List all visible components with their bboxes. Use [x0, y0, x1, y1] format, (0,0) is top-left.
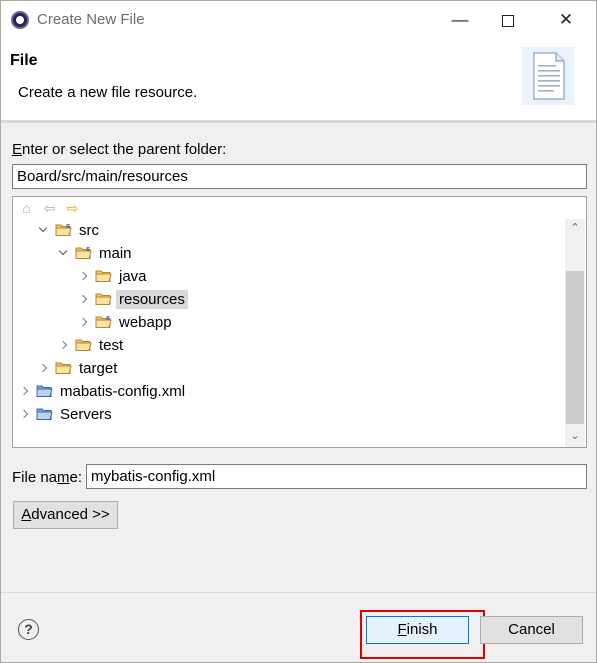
svg-text:s: s	[66, 223, 70, 230]
scroll-down-icon[interactable]: ⌄	[565, 427, 585, 445]
parent-folder-label: Enter or select the parent folder:	[12, 141, 227, 158]
chevron-right-icon[interactable]	[57, 338, 71, 352]
tree-item-label: webapp	[119, 313, 172, 331]
window-title: Create New File	[37, 11, 145, 28]
chevron-down-icon[interactable]	[37, 223, 51, 237]
minimize-button[interactable]: —	[437, 5, 483, 35]
chevron-right-icon[interactable]	[77, 269, 91, 283]
tree-item-servers[interactable]: Servers	[18, 403, 115, 425]
file-name-input[interactable]: mybatis-config.xml	[86, 464, 587, 489]
eclipse-icon	[11, 11, 29, 29]
tree-item-label: mabatis-config.xml	[60, 382, 186, 400]
finish-button[interactable]: Finish	[366, 616, 469, 644]
chevron-right-icon[interactable]	[18, 384, 32, 398]
tree-item-resources[interactable]: resources	[77, 288, 188, 310]
tree-item-test[interactable]: test	[57, 334, 126, 356]
tree-item-label: src	[79, 221, 99, 239]
chevron-right-icon[interactable]	[77, 315, 91, 329]
folder-icon	[95, 293, 112, 305]
banner-title: File	[10, 52, 38, 69]
source-folder-icon: s	[75, 246, 92, 259]
banner-description: Create a new file resource.	[18, 84, 198, 101]
chevron-right-icon[interactable]	[77, 292, 91, 306]
chevron-right-icon[interactable]	[37, 361, 51, 375]
tree-vertical-scrollbar[interactable]: ⌃ ⌄	[565, 219, 585, 447]
source-folder-icon: s	[95, 315, 112, 328]
file-name-label: File name:	[12, 469, 83, 486]
folder-tree[interactable]: ⌂ ⇦ ⇨ s src s main java resources s weba…	[12, 196, 587, 448]
cancel-button[interactable]: Cancel	[480, 616, 583, 644]
forward-icon[interactable]: ⇨	[64, 200, 81, 217]
source-folder-icon: s	[55, 223, 72, 236]
parent-folder-input[interactable]: Board/src/main/resources	[12, 164, 587, 189]
tree-item-label: main	[99, 244, 132, 262]
tree-item-java[interactable]: java	[77, 265, 150, 287]
tree-nav-toolbar: ⌂ ⇦ ⇨	[18, 200, 81, 220]
footer-divider	[1, 592, 596, 593]
close-button[interactable]: ✕	[543, 5, 589, 35]
advanced-button[interactable]: Advanced >>	[13, 501, 118, 529]
tree-item-main[interactable]: s main	[57, 242, 135, 264]
help-icon[interactable]: ?	[18, 619, 39, 640]
svg-text:s: s	[106, 315, 110, 322]
create-new-file-dialog: Create New File — ✕ File Create a new fi…	[0, 0, 597, 663]
new-file-wizard-icon	[522, 47, 574, 105]
maximize-icon	[502, 14, 514, 27]
tree-item-target[interactable]: target	[37, 357, 120, 379]
folder-icon	[95, 270, 112, 282]
wizard-banner: File Create a new file resource.	[1, 39, 596, 121]
scrollbar-thumb[interactable]	[566, 271, 584, 424]
project-folder-icon	[36, 408, 53, 420]
tree-item-label: resources	[116, 289, 188, 309]
tree-item-mabatis-config[interactable]: mabatis-config.xml	[18, 380, 188, 402]
title-bar: Create New File — ✕	[1, 1, 596, 39]
tree-item-label: test	[99, 336, 124, 354]
tree-item-label: Servers	[60, 405, 112, 423]
scroll-up-icon[interactable]: ⌃	[565, 219, 585, 237]
chevron-down-icon[interactable]	[57, 246, 71, 260]
project-folder-icon	[36, 385, 53, 397]
folder-icon	[75, 339, 92, 351]
tree-item-src[interactable]: s src	[37, 219, 102, 241]
home-icon[interactable]: ⌂	[18, 200, 35, 217]
folder-icon	[55, 362, 72, 374]
banner-divider	[1, 121, 596, 123]
back-icon[interactable]: ⇦	[41, 200, 58, 217]
svg-text:s: s	[86, 246, 90, 253]
tree-item-label: java	[119, 267, 147, 285]
maximize-button[interactable]	[485, 5, 531, 35]
tree-item-label: target	[79, 359, 118, 377]
chevron-right-icon[interactable]	[18, 407, 32, 421]
tree-item-webapp[interactable]: s webapp	[77, 311, 175, 333]
